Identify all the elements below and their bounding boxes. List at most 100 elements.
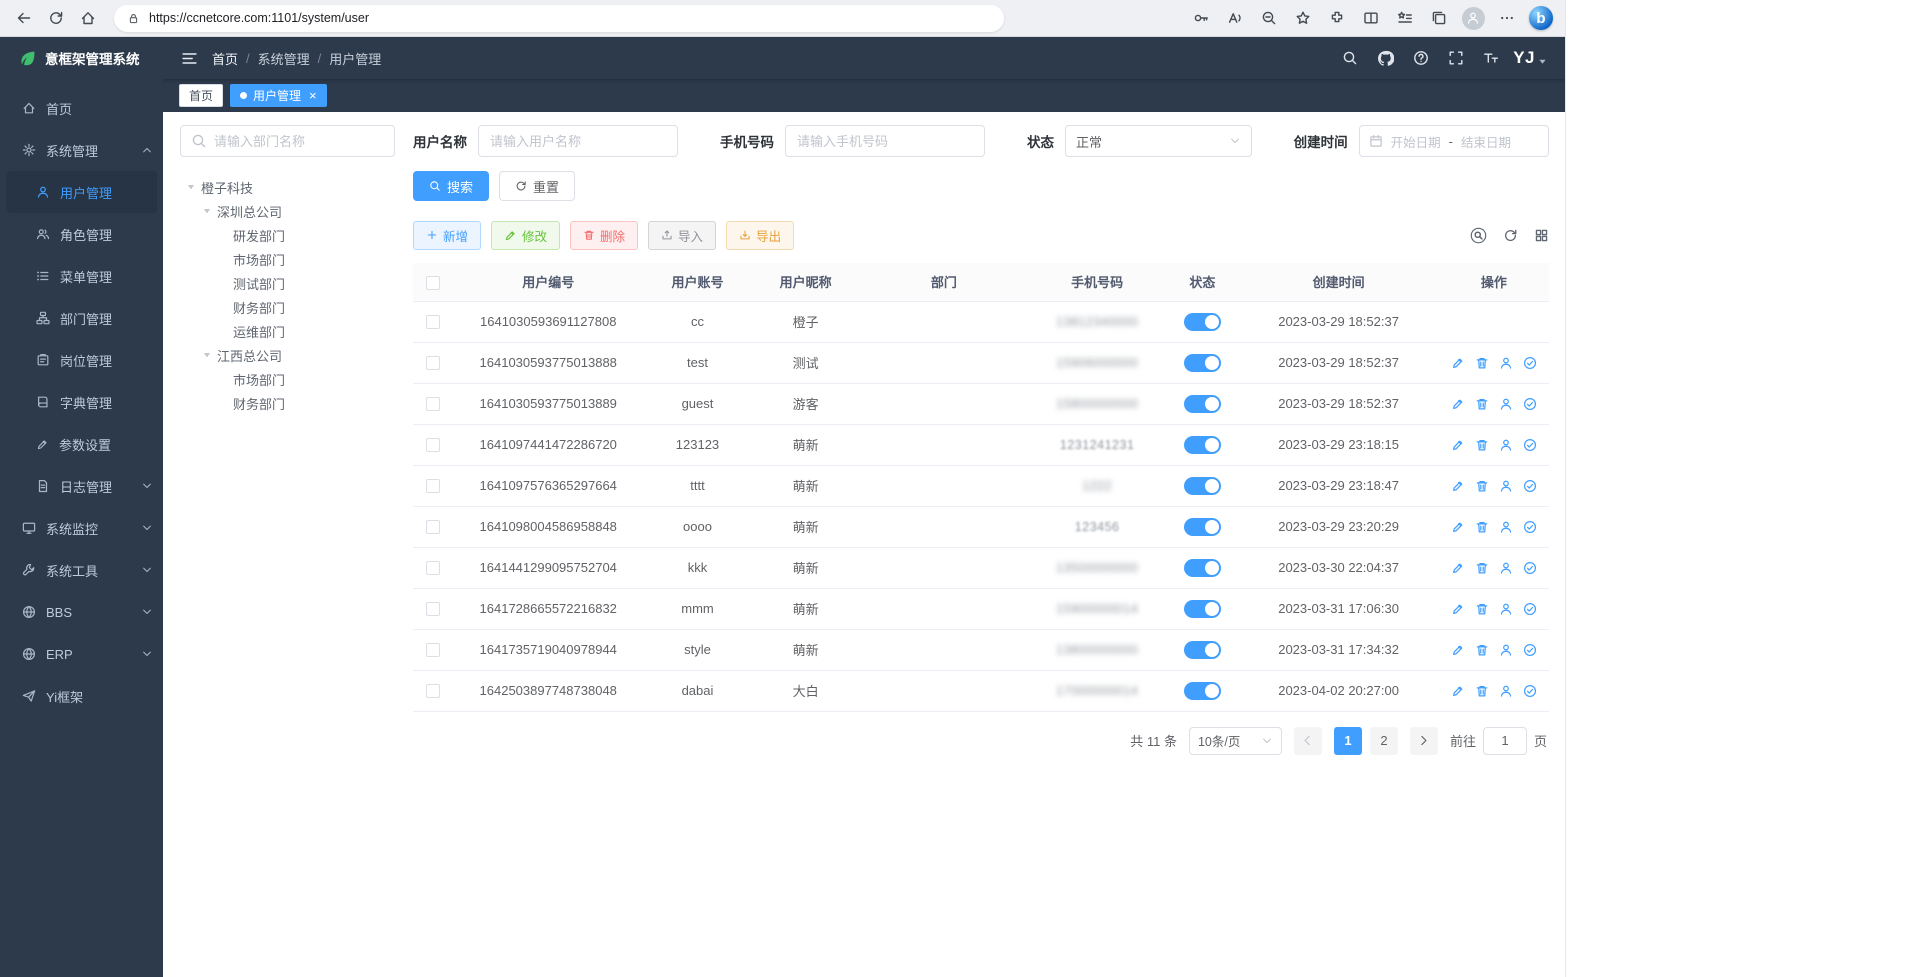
edit-button[interactable]: 修改 bbox=[491, 221, 560, 250]
sidebar-item-param-settings[interactable]: 参数设置 bbox=[0, 423, 163, 465]
status-toggle[interactable] bbox=[1184, 477, 1221, 495]
sidebar-item-home[interactable]: 首页 bbox=[0, 87, 163, 129]
edit-button[interactable] bbox=[1451, 479, 1465, 493]
reset-password-button[interactable] bbox=[1499, 602, 1513, 616]
reset-password-button[interactable] bbox=[1499, 356, 1513, 370]
edit-button[interactable] bbox=[1451, 356, 1465, 370]
date-range-picker[interactable]: 开始日期 - 结束日期 bbox=[1359, 125, 1549, 157]
edit-button[interactable] bbox=[1451, 684, 1465, 698]
caret-down-icon[interactable] bbox=[186, 183, 196, 191]
goto-page-input[interactable] bbox=[1483, 727, 1527, 755]
zoom-out-button[interactable] bbox=[1253, 4, 1285, 32]
tree-node[interactable]: 江西总公司 bbox=[180, 343, 395, 367]
reset-password-button[interactable] bbox=[1499, 561, 1513, 575]
reset-password-button[interactable] bbox=[1499, 479, 1513, 493]
split-screen-button[interactable] bbox=[1355, 4, 1387, 32]
font-size-button[interactable] bbox=[1483, 50, 1499, 66]
sidebar-item-role-management[interactable]: 角色管理 bbox=[0, 213, 163, 255]
assign-role-button[interactable] bbox=[1523, 397, 1537, 411]
sidebar-item-dict-management[interactable]: 字典管理 bbox=[0, 381, 163, 423]
reset-button[interactable]: 重置 bbox=[499, 171, 575, 201]
status-toggle[interactable] bbox=[1184, 641, 1221, 659]
edit-button[interactable] bbox=[1451, 561, 1465, 575]
row-checkbox[interactable] bbox=[426, 315, 440, 329]
breadcrumb-item[interactable]: 系统管理 bbox=[258, 49, 310, 68]
assign-role-button[interactable] bbox=[1523, 438, 1537, 452]
reset-password-button[interactable] bbox=[1499, 643, 1513, 657]
assign-role-button[interactable] bbox=[1523, 520, 1537, 534]
tree-node[interactable]: 运维部门 bbox=[180, 319, 395, 343]
favorites-bar-button[interactable] bbox=[1389, 4, 1421, 32]
search-button[interactable] bbox=[1342, 50, 1358, 66]
sidebar-item-erp[interactable]: ERP bbox=[0, 633, 163, 675]
page-button[interactable]: 2 bbox=[1370, 727, 1398, 755]
delete-button[interactable] bbox=[1475, 356, 1489, 370]
assign-role-button[interactable] bbox=[1523, 356, 1537, 370]
status-toggle[interactable] bbox=[1184, 354, 1221, 372]
user-name-input[interactable] bbox=[478, 125, 678, 157]
extensions-button[interactable] bbox=[1321, 4, 1353, 32]
delete-button[interactable]: 删除 bbox=[570, 221, 638, 250]
search-button[interactable]: 搜索 bbox=[413, 171, 489, 201]
sidebar-item-monitor[interactable]: 系统监控 bbox=[0, 507, 163, 549]
prev-page-button[interactable] bbox=[1294, 727, 1322, 755]
tree-node[interactable]: 市场部门 bbox=[180, 367, 395, 391]
row-checkbox[interactable] bbox=[426, 438, 440, 452]
delete-button[interactable] bbox=[1475, 438, 1489, 452]
edit-button[interactable] bbox=[1451, 438, 1465, 452]
read-aloud-button[interactable] bbox=[1219, 4, 1251, 32]
help-button[interactable] bbox=[1413, 50, 1429, 66]
status-toggle[interactable] bbox=[1184, 436, 1221, 454]
breadcrumb-item[interactable]: 用户管理 bbox=[329, 49, 381, 68]
user-menu[interactable]: YJ bbox=[1513, 48, 1547, 68]
status-toggle[interactable] bbox=[1184, 559, 1221, 577]
tab-user-management[interactable]: 用户管理 × bbox=[230, 84, 327, 107]
edit-button[interactable] bbox=[1451, 643, 1465, 657]
delete-button[interactable] bbox=[1475, 643, 1489, 657]
grid-button[interactable] bbox=[1534, 228, 1549, 243]
assign-role-button[interactable] bbox=[1523, 602, 1537, 616]
add-button[interactable]: 新增 bbox=[413, 221, 481, 250]
export-button[interactable]: 导出 bbox=[726, 221, 794, 250]
back-button[interactable] bbox=[8, 4, 40, 32]
delete-button[interactable] bbox=[1475, 520, 1489, 534]
address-bar[interactable]: https://ccnetcore.com:1101/system/user bbox=[114, 5, 1004, 32]
assign-role-button[interactable] bbox=[1523, 684, 1537, 698]
status-select[interactable]: 正常 bbox=[1065, 125, 1252, 157]
delete-button[interactable] bbox=[1475, 479, 1489, 493]
refresh-button[interactable] bbox=[40, 4, 72, 32]
delete-button[interactable] bbox=[1475, 397, 1489, 411]
edit-button[interactable] bbox=[1451, 520, 1465, 534]
row-checkbox[interactable] bbox=[426, 684, 440, 698]
tree-node[interactable]: 财务部门 bbox=[180, 295, 395, 319]
more-button[interactable] bbox=[1491, 4, 1523, 32]
tree-node[interactable]: 测试部门 bbox=[180, 271, 395, 295]
caret-down-icon[interactable] bbox=[202, 351, 212, 359]
edit-button[interactable] bbox=[1451, 602, 1465, 616]
fullscreen-button[interactable] bbox=[1448, 50, 1464, 66]
sidebar-item-yi-framework[interactable]: Yi框架 bbox=[0, 675, 163, 717]
tree-node[interactable]: 深圳总公司 bbox=[180, 199, 395, 223]
sidebar-item-user-management[interactable]: 用户管理 bbox=[6, 171, 157, 213]
edit-button[interactable] bbox=[1451, 397, 1465, 411]
delete-button[interactable] bbox=[1475, 561, 1489, 575]
sidebar-item-log-management[interactable]: 日志管理 bbox=[0, 465, 163, 507]
tab-home[interactable]: 首页 bbox=[179, 84, 223, 107]
search-circle-button[interactable] bbox=[1470, 227, 1487, 244]
status-toggle[interactable] bbox=[1184, 600, 1221, 618]
profile-button[interactable] bbox=[1457, 4, 1489, 32]
row-checkbox[interactable] bbox=[426, 356, 440, 370]
sidebar-item-menu-management[interactable]: 菜单管理 bbox=[0, 255, 163, 297]
assign-role-button[interactable] bbox=[1523, 561, 1537, 575]
status-toggle[interactable] bbox=[1184, 313, 1221, 331]
tree-node[interactable]: 橙子科技 bbox=[180, 175, 395, 199]
department-search-input[interactable] bbox=[214, 134, 384, 149]
row-checkbox[interactable] bbox=[426, 602, 440, 616]
github-button[interactable] bbox=[1377, 50, 1394, 67]
row-checkbox[interactable] bbox=[426, 643, 440, 657]
reset-password-button[interactable] bbox=[1499, 438, 1513, 452]
import-button[interactable]: 导入 bbox=[648, 221, 716, 250]
select-all-checkbox[interactable] bbox=[426, 276, 440, 290]
tree-node[interactable]: 市场部门 bbox=[180, 247, 395, 271]
reset-password-button[interactable] bbox=[1499, 684, 1513, 698]
